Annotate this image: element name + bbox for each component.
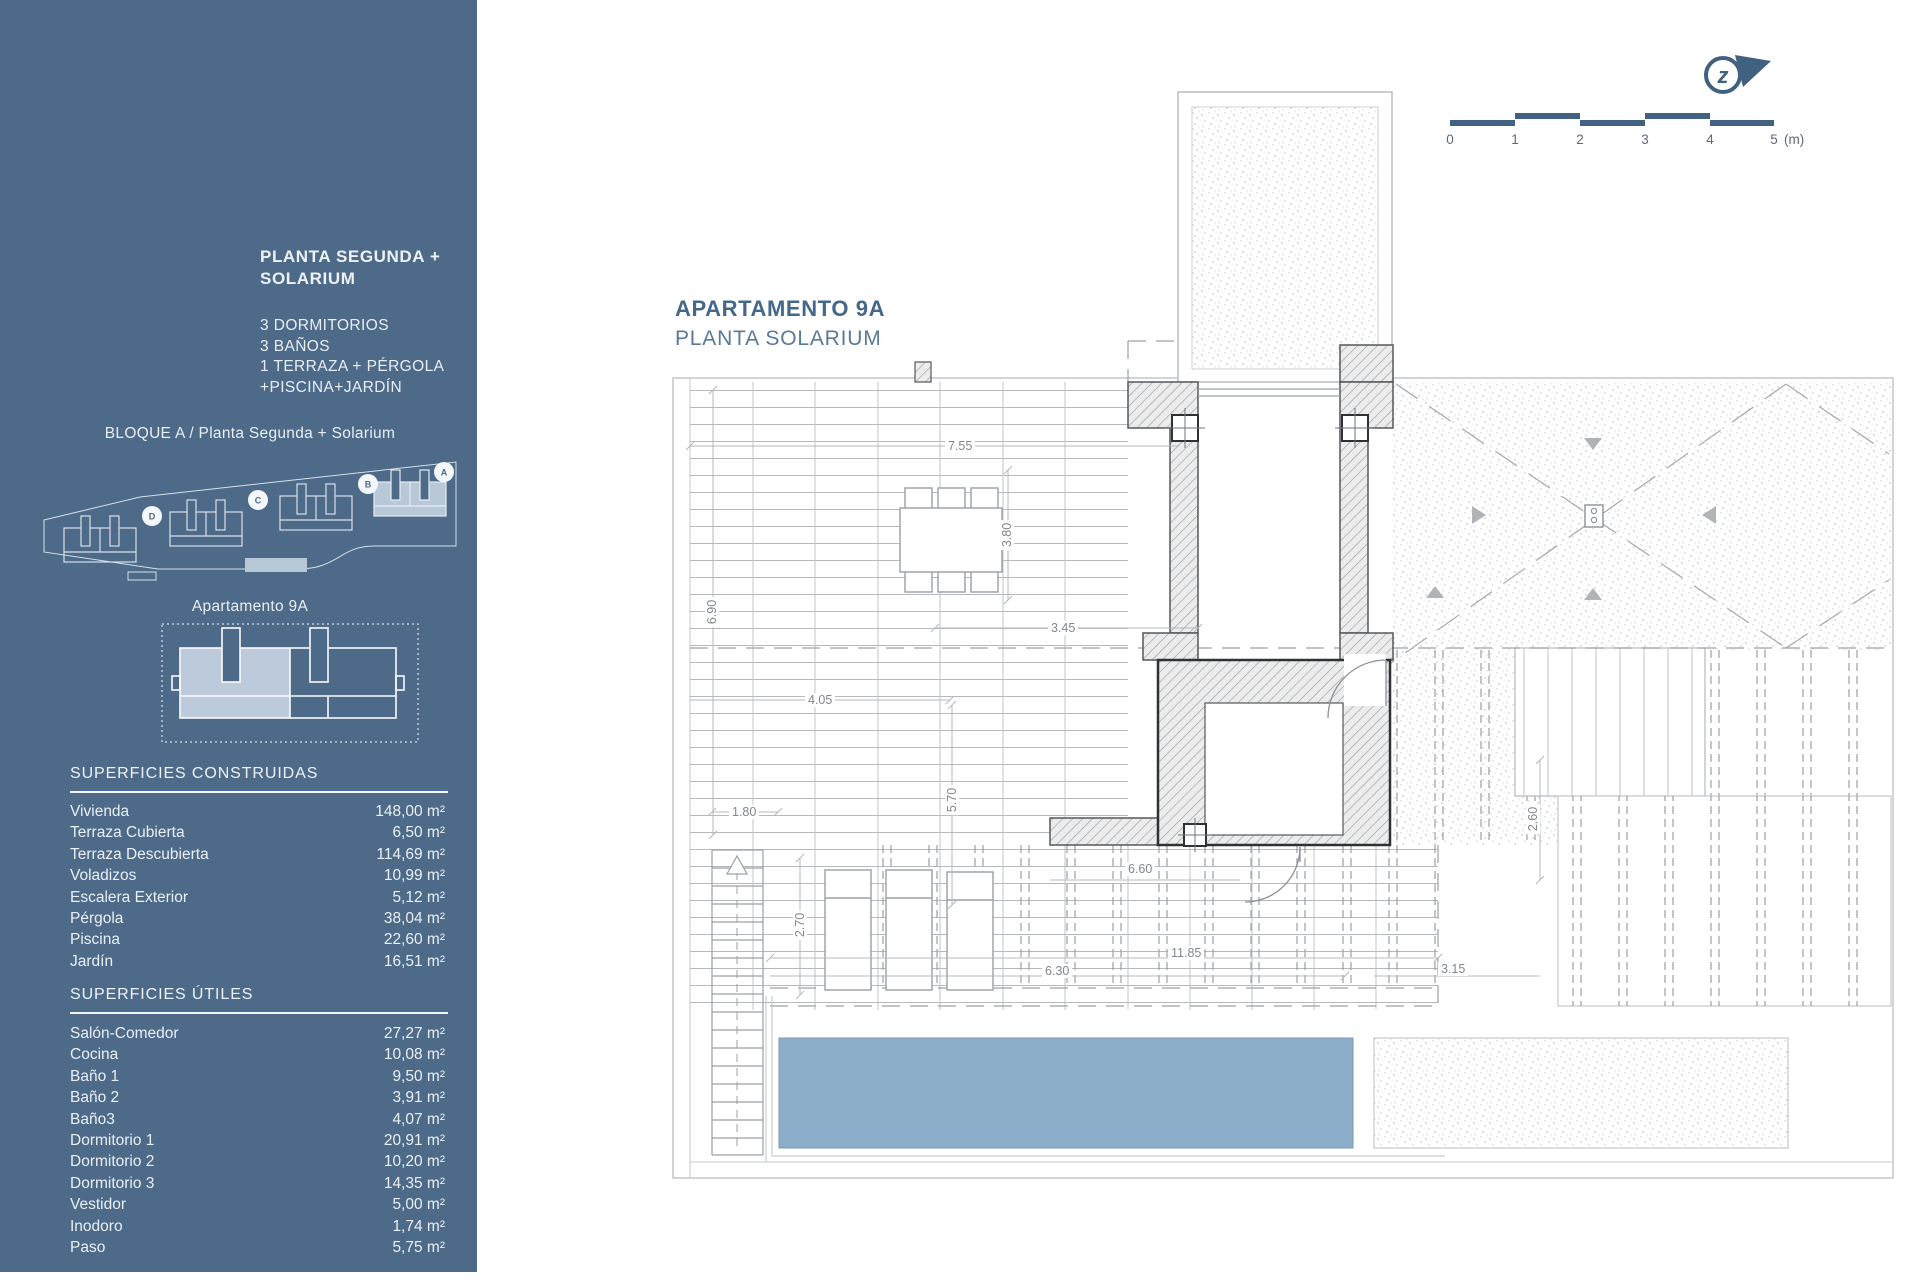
table-row: Jardín16,51 m² [70, 951, 445, 972]
table-row: Dormitorio 120,91 m² [70, 1130, 445, 1151]
dim-label: 6.30 [1042, 964, 1072, 978]
dim-label: 2.70 [793, 910, 807, 940]
table-row: Cocina10,08 m² [70, 1044, 445, 1065]
useful-heading: SUPERFICIES ÚTILES [70, 986, 253, 1004]
table-row: Terraza Descubierta114,69 m² [70, 844, 445, 865]
dim-label: 7.55 [945, 439, 975, 453]
useful-table: Salón-Comedor27,27 m² Cocina10,08 m² Bañ… [70, 1023, 445, 1258]
sidebar-title-line2: SOLARIUM [260, 268, 440, 290]
block-label: BLOQUE A / Planta Segunda + Solarium [40, 425, 460, 443]
sun-loungers [825, 870, 993, 990]
dining-set [900, 488, 1002, 592]
unit-diagram [160, 620, 422, 748]
table-row: Salón-Comedor27,27 m² [70, 1023, 445, 1044]
top-edge-vent [915, 362, 931, 382]
dim-label: 6.60 [1125, 862, 1155, 876]
feature-bedrooms: 3 DORMITORIOS [260, 316, 444, 337]
apartment-label: Apartamento 9A [40, 598, 460, 616]
useful-rule [70, 1012, 448, 1014]
garden [1374, 1038, 1788, 1148]
table-row: Terraza Cubierta6,50 m² [70, 822, 445, 843]
roof-drain [1585, 505, 1603, 527]
stair-tower [1178, 92, 1392, 382]
table-row: Paso5,75 m² [70, 1237, 445, 1258]
plan-sheet: PLANTA SEGUNDA + SOLARIUM 3 DORMITORIOS … [0, 0, 1920, 1280]
constructed-table: Vivienda148,00 m² Terraza Cubierta6,50 m… [70, 801, 445, 972]
dim-label: 1.80 [729, 805, 759, 819]
table-row: Vivienda148,00 m² [70, 801, 445, 822]
site-block-b [280, 484, 352, 530]
table-row: Baño34,07 m² [70, 1109, 445, 1130]
table-row: Piscina22,60 m² [70, 929, 445, 950]
table-row: Dormitorio 210,20 m² [70, 1151, 445, 1172]
sidebar-title: PLANTA SEGUNDA + SOLARIUM [260, 246, 440, 290]
dim-label: 5.70 [945, 785, 959, 815]
table-row: Baño 19,50 m² [70, 1066, 445, 1087]
dim-label: 3.15 [1438, 962, 1468, 976]
site-block-d [64, 516, 136, 562]
site-pool-shape [245, 558, 307, 572]
feature-bathrooms: 3 BAÑOS [260, 337, 444, 358]
dim-label: 3.80 [1000, 520, 1014, 550]
stair-enclosure [1158, 654, 1390, 845]
table-row: Pérgola38,04 m² [70, 908, 445, 929]
svg-text:A: A [441, 468, 448, 478]
svg-text:D: D [149, 512, 156, 522]
pool [779, 1038, 1353, 1148]
constructed-rule [70, 791, 448, 793]
table-row: Baño 23,91 m² [70, 1087, 445, 1108]
dim-label: 6.90 [705, 597, 719, 627]
table-row: Vestidor5,00 m² [70, 1194, 445, 1215]
table-row: Voladizos10,99 m² [70, 865, 445, 886]
feature-terrace: 1 TERRAZA + PÉRGOLA [260, 357, 444, 378]
site-block-a-highlighted [374, 470, 446, 516]
table-row: Escalera Exterior5,12 m² [70, 887, 445, 908]
site-block-c [170, 500, 242, 546]
sidebar-title-line1: PLANTA SEGUNDA + [260, 246, 440, 268]
feature-pool-garden: +PISCINA+JARDÍN [260, 378, 444, 399]
site-plan-diagram: D C B A [40, 450, 460, 588]
svg-text:B: B [365, 480, 372, 490]
table-row: Inodoro1,74 m² [70, 1216, 445, 1237]
dim-label: 11.85 [1168, 946, 1204, 960]
sidebar: PLANTA SEGUNDA + SOLARIUM 3 DORMITORIOS … [0, 0, 477, 1272]
feature-list: 3 DORMITORIOS 3 BAÑOS 1 TERRAZA + PÉRGOL… [260, 316, 444, 398]
svg-text:C: C [255, 496, 262, 506]
floor-plan-drawing [477, 0, 1920, 1280]
dim-label: 3.45 [1048, 621, 1078, 635]
constructed-heading: SUPERFICIES CONSTRUIDAS [70, 765, 318, 783]
dim-label: 2.60 [1526, 804, 1540, 834]
table-row: Dormitorio 314,35 m² [70, 1173, 445, 1194]
dim-label: 4.05 [805, 693, 835, 707]
